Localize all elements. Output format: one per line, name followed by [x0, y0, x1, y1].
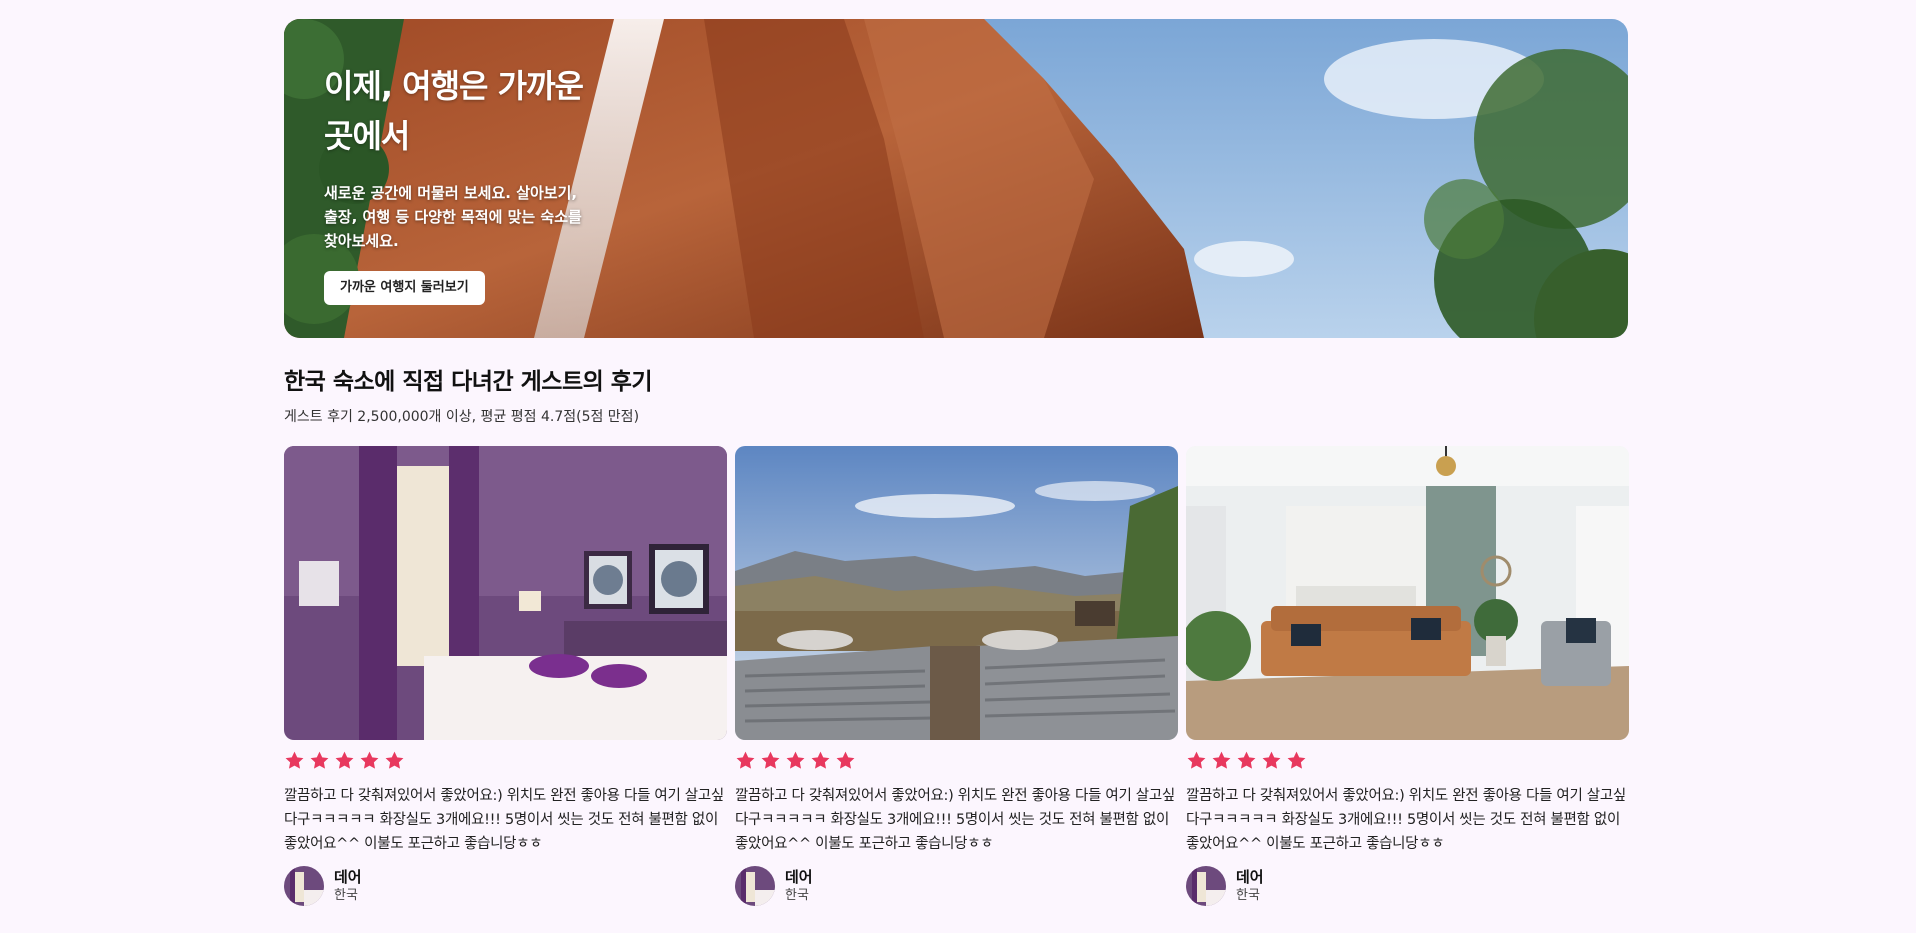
review-author: 데어 한국: [284, 866, 727, 906]
review-text: 깔끔하고 다 갖춰져있어서 좋았어요:) 위치도 완전 좋아용 다들 여기 살고…: [735, 788, 1175, 852]
avatar: [1186, 866, 1226, 906]
star-icon: [811, 751, 830, 769]
author-location: 한국: [1236, 888, 1260, 903]
rating-stars: [735, 750, 1178, 772]
hero-banner: 이제, 여행은 가까운 곳에서 새로운 공간에 머물러 보세요. 살아보기, 출…: [284, 19, 1628, 338]
star-icon: [285, 751, 304, 769]
review-card[interactable]: 깔끔하고 다 갖춰져있어서 좋았어요:) 위치도 완전 좋아용 다들 여기 살고…: [735, 446, 1178, 906]
star-icon: [761, 751, 780, 769]
star-icon: [1237, 751, 1256, 769]
star-icon: [836, 751, 855, 769]
rating-stars: [284, 750, 727, 772]
author-location: 한국: [334, 888, 358, 903]
star-icon: [1187, 751, 1206, 769]
star-icon: [786, 751, 805, 769]
mountain-view-photo: [735, 446, 1178, 740]
star-icon: [1212, 751, 1231, 769]
review-card[interactable]: 깔끔하고 다 갖춰져있어서 좋았어요:) 위치도 완전 좋아용 다들 여기 살고…: [284, 446, 727, 906]
explore-nearby-button[interactable]: 가까운 여행지 둘러보기: [324, 271, 485, 305]
review-card[interactable]: 깔끔하고 다 갖춰져있어서 좋았어요:) 위치도 완전 좋아용 다들 여기 살고…: [1186, 446, 1629, 906]
bedroom-photo: [284, 446, 727, 740]
page-container: 이제, 여행은 가까운 곳에서 새로운 공간에 머물러 보세요. 살아보기, 출…: [284, 19, 1629, 906]
star-icon: [360, 751, 379, 769]
review-text: 깔끔하고 다 갖춰져있어서 좋았어요:) 위치도 완전 좋아용 다들 여기 살고…: [284, 788, 724, 852]
star-icon: [1262, 751, 1281, 769]
star-icon: [310, 751, 329, 769]
author-name: 데어: [1236, 868, 1264, 886]
star-icon: [335, 751, 354, 769]
living-room-photo: [1186, 446, 1629, 740]
hero-content: 이제, 여행은 가까운 곳에서 새로운 공간에 머물러 보세요. 살아보기, 출…: [324, 61, 584, 305]
author-name: 데어: [334, 868, 362, 886]
review-text: 깔끔하고 다 갖춰져있어서 좋았어요:) 위치도 완전 좋아용 다들 여기 살고…: [1186, 788, 1626, 852]
author-name: 데어: [785, 868, 813, 886]
review-cards: 깔끔하고 다 갖춰져있어서 좋았어요:) 위치도 완전 좋아용 다들 여기 살고…: [284, 446, 1629, 906]
rating-stars: [1186, 750, 1629, 772]
review-author: 데어 한국: [735, 866, 1178, 906]
section-title: 한국 숙소에 직접 다녀간 게스트의 후기: [284, 369, 653, 395]
author-location: 한국: [785, 888, 809, 903]
hero-subtitle: 새로운 공간에 머물러 보세요. 살아보기, 출장, 여행 등 다양한 목적에 …: [324, 184, 582, 250]
hero-title: 이제, 여행은 가까운 곳에서: [324, 67, 584, 155]
review-author: 데어 한국: [1186, 866, 1629, 906]
star-icon: [1287, 751, 1306, 769]
avatar: [284, 866, 324, 906]
star-icon: [736, 751, 755, 769]
section-subtitle: 게스트 후기 2,500,000개 이상, 평균 평점 4.7점(5점 만점): [284, 409, 640, 425]
avatar: [735, 866, 775, 906]
star-icon: [385, 751, 404, 769]
